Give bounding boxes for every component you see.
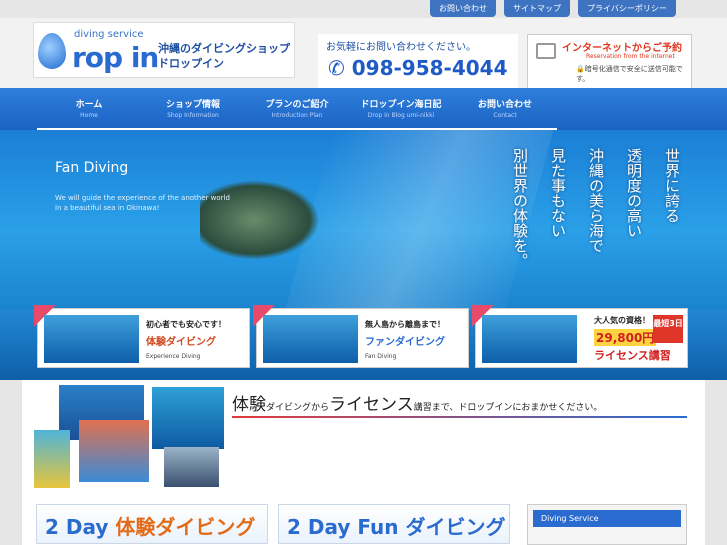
nav-contact[interactable]: お問い合わせ Contact: [453, 88, 557, 130]
nav-label: ショップ情報: [165, 100, 220, 110]
logo-shop-line1: 沖縄のダイビングショップ: [158, 42, 290, 55]
group-photo: [482, 315, 577, 363]
logo-service-text: diving service: [74, 29, 144, 40]
box-title-num: 2 Day: [45, 515, 116, 539]
photo-collage: [34, 385, 224, 490]
vertical-line: 別世界の体験を。: [511, 148, 529, 268]
reservation-note-text: 暗号化通信で安全に送信可能です。: [576, 65, 683, 83]
hero-vertical-text: 見た事もない: [548, 148, 568, 238]
two-day-experience-box[interactable]: 2 Day 体験ダイビング: [36, 504, 268, 544]
vertical-line: 世界に誇る: [663, 148, 681, 223]
tagline-underline: [232, 416, 687, 418]
collage-photo: [152, 387, 224, 449]
reservation-title: インターネットからご予約: [562, 43, 682, 54]
reservation-note: 🔒暗号化通信で安全に送信可能です。: [576, 64, 691, 84]
nav-blog[interactable]: ドロップイン海日記 Drop in Blog umi-nikki: [349, 88, 453, 130]
nav-label: ホーム: [75, 100, 103, 110]
internet-reservation-button[interactable]: インターネットからご予約 Reservation from the intern…: [527, 34, 692, 92]
contact-prompt: お気軽にお問い合わせください。: [326, 42, 476, 53]
sea-turtle-image: [200, 180, 320, 260]
hero-vertical-text: 沖縄の美ら海で: [586, 148, 606, 253]
computer-icon: [536, 43, 556, 59]
phone-number[interactable]: ✆ 098-958-4044: [328, 56, 508, 80]
shortest-days-badge: 最短3日: [653, 315, 683, 343]
nav-shop-info[interactable]: ショップ情報 Shop Information: [141, 88, 245, 130]
drop-logo-icon: [38, 33, 66, 69]
box-title-text: 体験ダイビング: [115, 515, 256, 539]
nav-sublabel: Drop in Blog umi-nikki: [367, 112, 435, 119]
nav-label: ドロップイン海日記: [360, 100, 442, 110]
banner-line3: Experience Diving: [146, 353, 201, 360]
hero-subtitle: We will guide the experience of the anot…: [55, 194, 230, 212]
top-utility-nav: お問い合わせ サイトマップ プライバシーポリシー: [430, 0, 676, 17]
sidebar-heading: Diving Service: [533, 510, 681, 527]
main-content: 体験ダイビングからライセンス講習まで、ドロップインにおまかせください。 2 Da…: [22, 380, 705, 545]
banner-line3: Fan Diving: [365, 353, 397, 360]
box-title: 2 Day Fun ダイビング: [287, 515, 506, 539]
tagline-part: 講習まで、ドロップインにおまかせください。: [413, 403, 603, 413]
banner-line1: 無人島から離島まで！: [365, 320, 445, 329]
hero-vertical-text: 別世界の体験を。: [510, 148, 530, 268]
main-nav: ホーム Home ショップ情報 Shop Information プランのご紹介 In…: [0, 88, 727, 130]
hero-title: Fan Diving: [55, 160, 129, 176]
fish-school-photo: [263, 315, 358, 363]
two-day-fun-box[interactable]: 2 Day Fun ダイビング: [278, 504, 510, 544]
nav-home[interactable]: ホーム Home: [37, 88, 141, 130]
nav-sublabel: Contact: [493, 112, 517, 119]
vertical-line: 見た事もない: [549, 148, 567, 238]
site-header: diving service rop in 沖縄のダイビングショップ ドロップイ…: [0, 18, 727, 92]
collage-photo: [34, 430, 70, 488]
phone-number-text: 098-958-4044: [351, 56, 508, 80]
topnav-privacy-link[interactable]: プライバシーポリシー: [578, 0, 676, 17]
tagline-part: 体験: [232, 395, 266, 415]
nav-sublabel: Introduction Plan: [271, 112, 323, 119]
topnav-sitemap-link[interactable]: サイトマップ: [504, 0, 570, 17]
banner-price: 29,800円: [594, 329, 657, 346]
nav-sublabel: Home: [80, 112, 98, 119]
banner-line2: ファンダイビング: [365, 337, 445, 348]
logo-shop-line2: ドロップイン: [158, 57, 224, 70]
banner-line3: ライセンス講習: [594, 349, 671, 362]
collage-photo: [164, 447, 219, 487]
nav-label: プランのご紹介: [265, 100, 329, 110]
reservation-subtitle: Reservation from the internet: [586, 53, 675, 60]
plan-banners: 初心者でも安心です！ 体験ダイビング Experience Diving 無人島…: [34, 305, 688, 368]
phone-icon: ✆: [328, 56, 352, 80]
lock-icon: 🔒: [576, 65, 585, 73]
nav-label: お問い合わせ: [477, 100, 532, 110]
vertical-line: 透明度の高い: [625, 148, 643, 238]
topnav-contact-link[interactable]: お問い合わせ: [430, 0, 496, 17]
banner-line2: 体験ダイビング: [146, 337, 216, 348]
experience-diving-banner[interactable]: 初心者でも安心です！ 体験ダイビング Experience Diving: [34, 305, 250, 368]
fan-diving-banner[interactable]: 無人島から離島まで！ ファンダイビング Fan Diving: [253, 305, 469, 368]
banner-line1: 初心者でも安心です！: [146, 320, 226, 329]
nav-plans[interactable]: プランのご紹介 Introduction Plan: [245, 88, 349, 130]
tagline-part: ダイビングから: [266, 403, 330, 413]
hero-vertical-text: 透明度の高い: [624, 148, 644, 238]
license-course-banner[interactable]: 大人気の資格！ 29,800円 ライセンス講習 最短3日: [472, 305, 688, 368]
site-logo[interactable]: diving service rop in 沖縄のダイビングショップ ドロップイ…: [33, 22, 295, 78]
sidebar-panel: Diving Service: [527, 504, 687, 545]
divers-photo: [44, 315, 139, 363]
banner-line1: 大人気の資格！: [594, 316, 650, 325]
phone-contact-box: お気軽にお問い合わせください。 ✆ 098-958-4044: [318, 34, 518, 92]
tagline: 体験ダイビングからライセンス講習まで、ドロップインにおまかせください。: [232, 390, 602, 415]
nav-sublabel: Shop Information: [167, 112, 219, 119]
logo-brand-text: rop in: [72, 41, 159, 74]
vertical-line: 沖縄の美ら海で: [587, 148, 605, 253]
tagline-part: ライセンス: [329, 395, 414, 415]
hero-vertical-text: 世界に誇る: [662, 148, 682, 223]
collage-photo: [79, 420, 149, 482]
